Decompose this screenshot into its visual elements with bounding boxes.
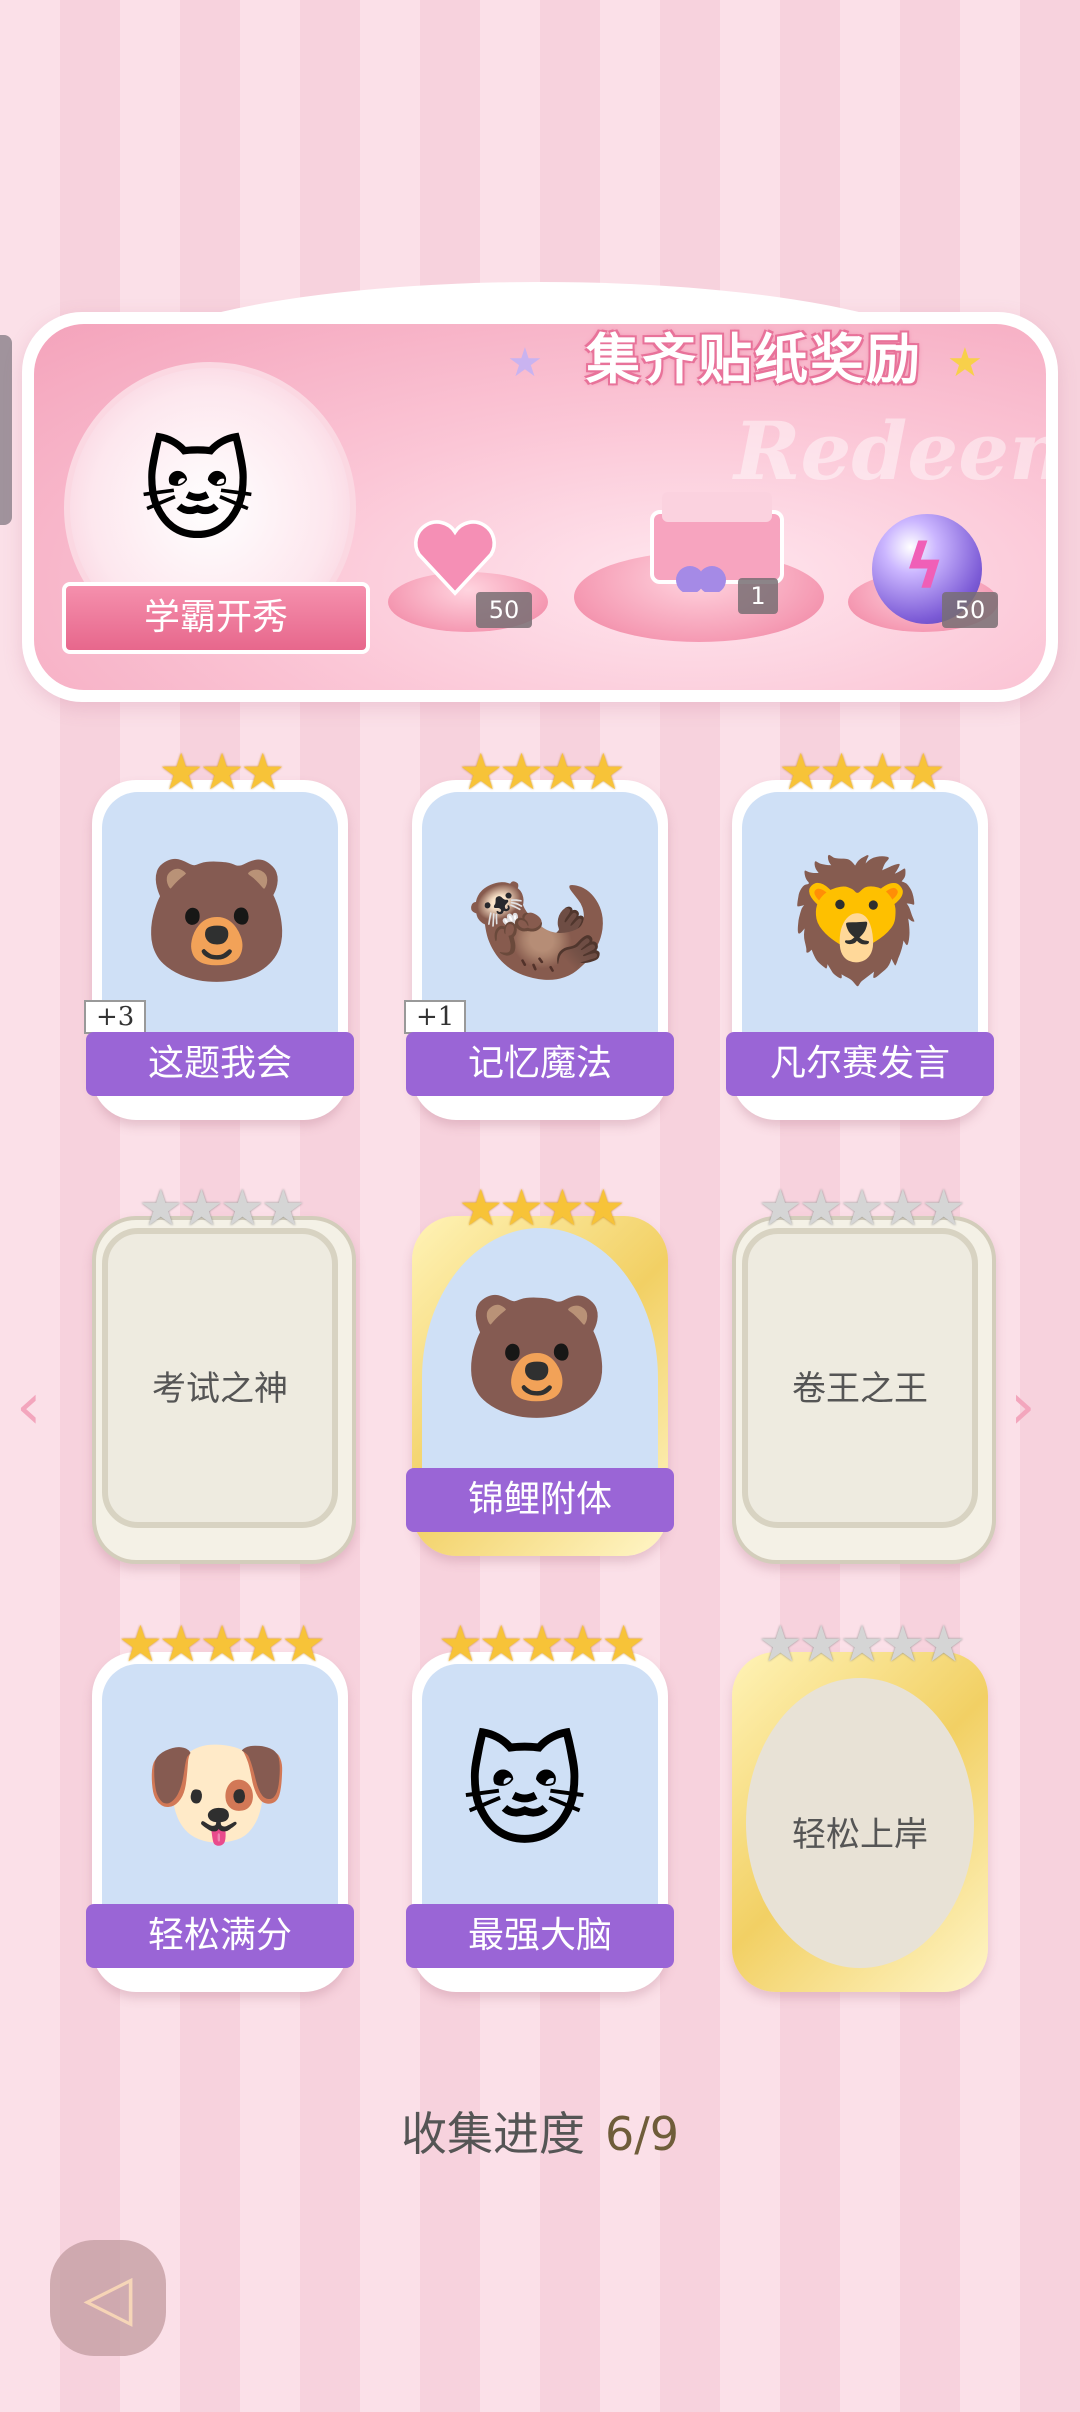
star-rating: ★★★★★ [757,1179,966,1237]
gift-box-icon [642,482,792,594]
chevron-left-icon[interactable]: ‹ [16,1370,42,1444]
star-rating: ★★★★ [778,743,945,801]
progress-value: 6/9 [604,2107,680,2161]
card-label: 记忆魔法 [406,1032,674,1096]
card-label: 卷王之王 [792,1369,928,1409]
sticker-card[interactable]: 🐻 ★★★★ 锦鲤附体 [406,1179,674,1556]
progress-label: 收集进度 [400,2107,585,2161]
card-label: 轻松满分 [86,1904,354,1968]
card-label: 考试之神 [152,1369,288,1409]
card-label: 这题我会 [86,1032,354,1096]
sticker-card-locked[interactable]: ★★★★ 考试之神 [92,1179,356,1564]
star-rating: ★★★ [158,743,285,801]
chevron-right-icon[interactable]: › [1010,1370,1036,1444]
cat-mascot-icon: 🐱 [140,428,255,556]
pink-heart-gem-icon [410,514,500,604]
star-rating: ★★★★ [458,1179,625,1237]
star-rating: ★★★★★ [437,1615,646,1673]
wizard-otter-icon: 🦦 [462,852,612,991]
star-rating: ★★★★ [458,743,625,801]
card-label: 最强大脑 [406,1904,674,1968]
banner-title: 集齐贴纸奖励 [586,328,922,391]
star-icon: ★ [507,340,543,386]
star-rating: ★★★★★ [117,1615,326,1673]
medal-label: 学霸开秀 [62,582,370,654]
card-label: 轻松上岸 [792,1815,928,1855]
reward-count: 1 [738,578,778,614]
side-drawer-handle[interactable] [0,335,12,525]
bear-at-desk-icon: 🐻 [142,852,292,991]
star-rating: ★★★★★ [757,1615,966,1673]
star-icon: ★ [947,340,983,386]
back-arrow-icon[interactable]: ◁ [50,2240,166,2356]
sticker-card[interactable]: 🐱 ★★★★★ 最强大脑 [406,1615,674,1992]
reward-count: 50 [476,592,532,628]
card-label: 锦鲤附体 [406,1468,674,1532]
count-badge: +1 [404,1000,467,1034]
star-rating: ★★★★ [138,1179,305,1237]
sticker-card[interactable]: 🦦 ★★★★ +1 记忆魔法 [404,743,674,1120]
bear-with-koi-icon: 🐻 [462,1288,612,1427]
reward-count: 50 [942,592,998,628]
lion-with-mic-icon: 🦁 [782,852,932,991]
sticker-card[interactable]: 🦁 ★★★★ 凡尔赛发言 [726,743,994,1120]
card-label: 凡尔赛发言 [726,1032,994,1096]
sticker-card[interactable]: 🐶 ★★★★★ 轻松满分 [86,1615,354,1992]
sticker-card-locked[interactable]: ★★★★★ 轻松上岸 [732,1615,988,1992]
collection-progress: 收集进度 6/9 [0,2098,1080,2164]
sticker-card[interactable]: 🐻 ★★★ +3 这题我会 [84,743,354,1120]
sticker-card-locked[interactable]: ★★★★★ 卷王之王 [732,1179,996,1564]
reward-banner: Redeem ★ 集齐贴纸奖励 ★ 🐱 学霸开秀 50 1 ϟ 50 [22,282,1058,702]
cat-with-papers-icon: 🐱 [462,1724,588,1863]
puppy-full-score-icon: 🐶 [142,1724,292,1863]
count-badge: +3 [84,1000,147,1034]
